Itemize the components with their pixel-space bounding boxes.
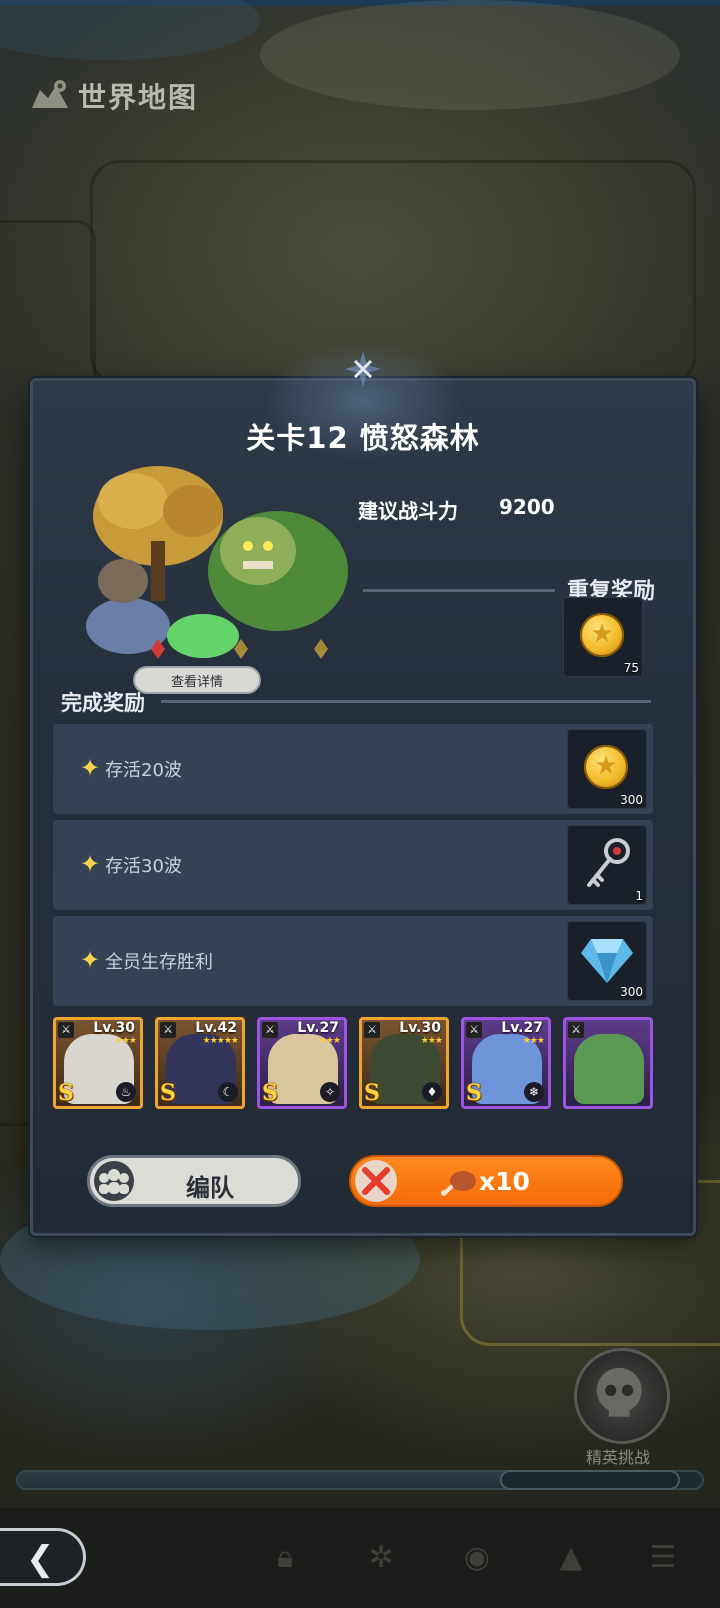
stack-nav-icon[interactable]: ☰ [640, 1535, 686, 1581]
gold-coin-icon [584, 745, 628, 789]
chevron-left-icon: ❮ [26, 1539, 55, 1579]
task-label: 全员生存胜利 [105, 952, 213, 973]
back-button[interactable]: ❮ [0, 1528, 86, 1586]
hero-card[interactable]: ⚔ Lv.30 ★★★ S ♦ [359, 1017, 449, 1109]
team-icon [94, 1161, 134, 1201]
map-region [90, 160, 696, 386]
moon-icon: ☾ [218, 1082, 238, 1102]
class-icon: ⚔ [364, 1022, 380, 1038]
task-reward-slot[interactable]: 300 [567, 921, 647, 1001]
class-icon: ⚔ [262, 1022, 278, 1038]
hero-card[interactable]: ⚔ Lv.42 ★★★★★ S ☾ [155, 1017, 245, 1109]
hero-portrait [574, 1034, 644, 1104]
team-roster: ⚔ Lv.30 ★★★ S ♨ ⚔ Lv.42 ★★★★★ S ☾ ⚔ Lv.27 ★★★ S ✧ ⚔ Lv.3… [53, 1017, 657, 1111]
task-reward-slot[interactable]: 300 [567, 729, 647, 809]
elite-challenge-button[interactable] [574, 1348, 670, 1444]
hero-stars: ★★★ [522, 1036, 545, 1046]
elite-challenge-label: 精英挑战 [586, 1448, 651, 1467]
completion-task: ✦ 全员生存胜利 300 [53, 916, 653, 1006]
map-progress-bar[interactable] [16, 1470, 704, 1490]
cloud [0, 0, 260, 60]
recommended-power-value: 9200 [499, 495, 555, 519]
reward-quantity: 75 [623, 661, 639, 675]
task-label: 存活30波 [105, 856, 182, 877]
completion-task: ✦ 存活30波 1 [53, 820, 653, 910]
world-map-title[interactable]: 世界地图 [30, 76, 198, 116]
world-map-label: 世界地图 [78, 81, 199, 114]
completion-task: ✦ 存活20波 300 [53, 724, 653, 814]
progress-fill [18, 1472, 511, 1488]
hero-level: Lv.27 [501, 1020, 543, 1036]
sparkle-icon: ✦ [79, 754, 101, 782]
task-label: 存活20波 [105, 760, 182, 781]
skull-icon [596, 1367, 642, 1417]
light-icon: ✧ [320, 1082, 340, 1102]
stamina-cost: x10 [479, 1167, 530, 1196]
hero-stars: ★★★ [318, 1036, 341, 1046]
hero-level: Lv.27 [297, 1020, 339, 1036]
ice-icon: ❄ [524, 1082, 544, 1102]
view-details-button[interactable]: 查看详情 [133, 666, 261, 694]
cloud [260, 0, 680, 110]
reward-quantity: 1 [635, 889, 643, 903]
class-icon: ⚔ [160, 1022, 176, 1038]
hero-level: Lv.30 [399, 1020, 441, 1036]
sparkle-icon: ✦ [79, 850, 101, 878]
fire-icon: ♨ [116, 1082, 136, 1102]
team-formation-button[interactable]: 编队 [87, 1155, 301, 1207]
divider [363, 589, 555, 592]
hero-card[interactable]: ⚔ [563, 1017, 653, 1109]
reward-quantity: 300 [620, 985, 643, 999]
locked-nav-icon[interactable]: ✲ [358, 1535, 404, 1581]
boss-artwork [86, 466, 348, 659]
hero-rank: S [262, 1080, 278, 1106]
sparkle-icon: ✦ [79, 946, 101, 974]
hero-stars: ★★★ [420, 1036, 443, 1046]
divider [161, 700, 651, 703]
crossed-swords-icon [345, 351, 381, 387]
hero-rank: S [160, 1080, 176, 1106]
crossed-swords-icon [355, 1160, 397, 1202]
hero-rank: S [364, 1080, 380, 1106]
start-battle-button[interactable]: x10 [349, 1155, 623, 1207]
key-icon [587, 838, 630, 887]
class-icon: ⚔ [466, 1022, 482, 1038]
hero-level: Lv.42 [195, 1020, 237, 1036]
stage-dialog: 关卡12 愤怒森林 查看详情 建议战斗力 9200 重复奖励 75 完成奖励 ✦… [30, 341, 696, 1236]
recommended-power-label: 建议战斗力 [358, 499, 458, 523]
hero-stars: ★★★ [114, 1036, 137, 1046]
repeat-reward-slot[interactable]: 75 [563, 597, 643, 677]
locked-nav-icon[interactable]: 🔒︎ [262, 1535, 308, 1581]
locked-nav-icon[interactable]: ◉ [454, 1535, 500, 1581]
hero-stars: ★★★★★ [202, 1036, 239, 1046]
class-icon: ⚔ [58, 1022, 74, 1038]
completion-reward-label: 完成奖励 [61, 691, 145, 715]
hero-level: Lv.30 [93, 1020, 135, 1036]
task-reward-slot[interactable]: 1 [567, 825, 647, 905]
map-icon [32, 80, 68, 108]
class-icon: ⚔ [568, 1022, 584, 1038]
hero-card[interactable]: ⚔ Lv.30 ★★★ S ♨ [53, 1017, 143, 1109]
meat-icon [441, 1171, 476, 1196]
mountain-nav-icon[interactable]: ▲ [548, 1535, 594, 1581]
reward-quantity: 300 [620, 793, 643, 807]
gold-coin-icon [580, 613, 624, 657]
team-button-label: 编队 [186, 1174, 234, 1202]
diamond-icon [581, 939, 633, 983]
hero-rank: S [58, 1080, 74, 1106]
blood-icon: ♦ [422, 1082, 442, 1102]
progress-thumb[interactable] [500, 1470, 681, 1490]
hero-card[interactable]: ⚔ Lv.27 ★★★ S ❄ [461, 1017, 551, 1109]
hero-card[interactable]: ⚔ Lv.27 ★★★ S ✧ [257, 1017, 347, 1109]
hero-rank: S [466, 1080, 482, 1106]
